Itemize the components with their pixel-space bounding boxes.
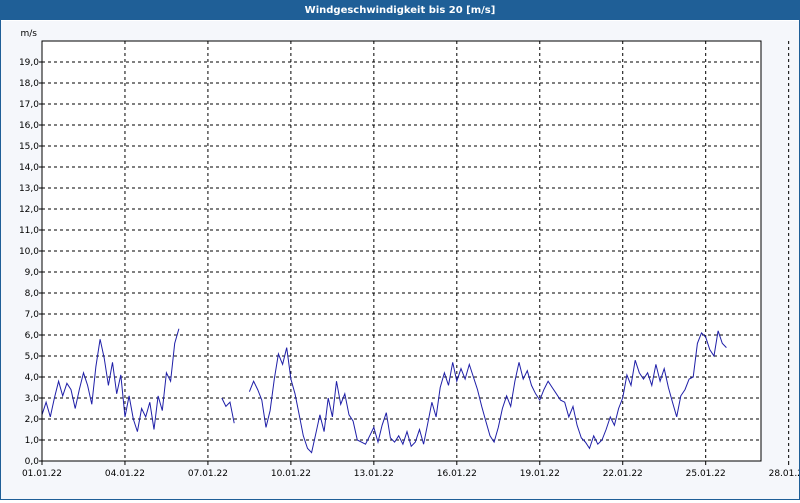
x-tick-label: 25.01.22 [686,469,726,479]
x-tick-label: 13.01.22 [354,469,394,479]
y-axis-label: m/s [21,29,38,39]
y-tick-label: 13,0 [19,184,39,194]
x-tick-label: 10.01.22 [271,469,311,479]
x-tick-label: 19.01.22 [520,469,560,479]
y-tick-label: 19,0 [19,58,39,68]
y-tick-label: 15,0 [19,142,39,152]
y-tick-label: 7,0 [25,310,40,320]
y-tick-label: 16,0 [19,121,39,131]
y-tick-label: 4,0 [25,373,40,383]
y-tick-label: 1,0 [25,436,40,446]
x-tick-label: 22.01.22 [603,469,643,479]
y-tick-label: 3,0 [25,394,40,404]
plot-background [41,40,762,462]
y-tick-label: 14,0 [19,163,39,173]
plot-area: m/s 0,0 1,0 2,0 3,0 4,0 5,0 6,0 7,0 8,0 9,0 10,0 11… [1,21,800,499]
y-tick-label: 17,0 [19,100,39,110]
y-tick-label: 0,0 [25,457,40,467]
y-tick-label: 5,0 [25,352,40,362]
y-tick-label: 18,0 [19,79,39,89]
x-tick-label: 28.01.22 [769,469,799,479]
x-tick-label: 16.01.22 [437,469,477,479]
y-tick-label: 11,0 [19,226,39,236]
wind-speed-chart: m/s 0,0 1,0 2,0 3,0 4,0 5,0 6,0 7,0 8,0 9,0 10,0 11… [19,29,800,479]
chart-window: Windgeschwindigkeit bis 20 [m/s] m/s 0,0… [0,0,800,500]
x-tick-label: 07.01.22 [188,469,228,479]
y-tick-label: 12,0 [19,205,39,215]
y-tick-label: 2,0 [25,415,40,425]
y-tick-label: 10,0 [19,247,39,257]
chart-title: Windgeschwindigkeit bis 20 [m/s] [1,1,799,20]
y-tick-label: 6,0 [25,331,40,341]
x-tick-label: 01.01.22 [22,469,62,479]
y-tick-label: 8,0 [25,289,40,299]
x-tick-label: 04.01.22 [105,469,145,479]
y-tick-label: 9,0 [25,268,40,278]
